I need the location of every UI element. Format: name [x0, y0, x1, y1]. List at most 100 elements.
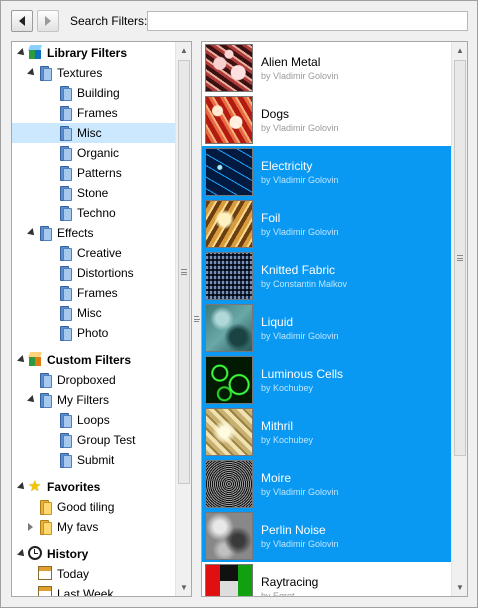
tree-section[interactable]: History	[12, 544, 175, 564]
back-button[interactable]	[11, 10, 33, 32]
tree-item-label: My favs	[57, 520, 99, 534]
filter-thumbnail	[205, 512, 253, 560]
tree-item[interactable]: Distortions	[12, 263, 175, 283]
search-label: Search Filters:	[70, 14, 148, 28]
filter-list-item[interactable]: Mithril by Kochubey	[202, 406, 451, 458]
folder-icon	[58, 185, 74, 201]
folder-icon	[38, 65, 54, 81]
filter-list-item[interactable]: Electricity by Vladimir Golovin	[202, 146, 451, 198]
pane-splitter[interactable]	[192, 41, 201, 597]
tree-item-label: Organic	[77, 146, 120, 160]
scroll-down-icon[interactable]: ▼	[176, 579, 191, 596]
tree-item-label: Custom Filters	[47, 353, 132, 367]
folder-icon	[58, 125, 74, 141]
tree-item[interactable]: Good tiling	[12, 497, 175, 517]
tree-item[interactable]: Last Week	[12, 584, 175, 596]
filter-list-item[interactable]: Perlin Noise by Vladimir Golovin	[202, 510, 451, 562]
tree-item[interactable]: Organic	[12, 143, 175, 163]
scroll-up-icon[interactable]: ▲	[452, 42, 467, 59]
tree-item[interactable]: My Filters	[12, 390, 175, 410]
tree-item-label: Favorites	[47, 480, 101, 494]
tree-item[interactable]: Patterns	[12, 163, 175, 183]
filter-list-item[interactable]: Alien Metal by Vladimir Golovin	[202, 42, 451, 94]
filter-author: by Egret	[261, 591, 295, 597]
filter-thumbnail	[205, 96, 253, 144]
tree-item[interactable]: Submit	[12, 450, 175, 470]
grip-icon	[457, 255, 463, 261]
tree-item[interactable]: Dropboxed	[12, 370, 175, 390]
tree-item[interactable]: Photo	[12, 323, 175, 343]
tree-item[interactable]: Textures	[12, 63, 175, 83]
tree-scroll-thumb[interactable]	[178, 60, 190, 484]
tree-item-label: Techno	[77, 206, 116, 220]
expand-arrow-icon[interactable]	[17, 355, 27, 365]
tree-item-label: Loops	[77, 413, 110, 427]
splitter-grip-icon	[194, 316, 200, 322]
folder-icon	[58, 265, 74, 281]
tree-item-label: Good tiling	[57, 500, 115, 514]
tree-item-label: My Filters	[57, 393, 109, 407]
tree-section[interactable]: ★ Favorites	[12, 477, 175, 497]
tree-item[interactable]: Misc	[12, 303, 175, 323]
filter-list-panel: Alien Metal by Vladimir Golovin Dogs by Vla…	[201, 41, 468, 597]
expand-arrow-icon[interactable]	[27, 395, 37, 405]
folder-icon	[58, 325, 74, 341]
tree-section[interactable]: Library Filters	[12, 43, 175, 63]
tree-section[interactable]: Custom Filters	[12, 350, 175, 370]
tree-item-label: Photo	[77, 326, 109, 340]
folder-icon	[58, 432, 74, 448]
tree-item[interactable]: Effects	[12, 223, 175, 243]
tree-item[interactable]: Creative	[12, 243, 175, 263]
tree-item[interactable]: Today	[12, 564, 175, 584]
tree-item-label: Building	[77, 86, 120, 100]
tree-item[interactable]: Group Test	[12, 430, 175, 450]
tree-item[interactable]: Building	[12, 83, 175, 103]
filter-name: Luminous Cells	[261, 367, 344, 381]
scroll-down-icon[interactable]: ▼	[452, 579, 467, 596]
tree-item[interactable]: Loops	[12, 410, 175, 430]
tree-item[interactable]: Stone	[12, 183, 175, 203]
filter-thumbnail	[205, 460, 253, 508]
filter-thumbnail	[205, 356, 253, 404]
filter-author: by Vladimir Golovin	[261, 487, 339, 497]
filter-list-item[interactable]: Foil by Vladimir Golovin	[202, 198, 451, 250]
filter-list-item[interactable]: Knitted Fabric by Constantin Malkov	[202, 250, 451, 302]
tree-item[interactable]: Misc	[12, 123, 175, 143]
star-icon: ★	[28, 478, 42, 495]
filter-author: by Kochubey	[261, 383, 314, 393]
forward-button[interactable]	[37, 10, 59, 32]
filter-list-item[interactable]: Dogs by Vladimir Golovin	[202, 94, 451, 146]
filter-list-item[interactable]: Raytracing by Egret	[202, 562, 451, 597]
favorite-folder-icon	[38, 519, 54, 535]
library-cube-icon	[27, 45, 43, 59]
tree-item[interactable]: Frames	[12, 103, 175, 123]
search-input[interactable]	[147, 11, 468, 31]
expand-arrow-icon[interactable]	[27, 228, 37, 238]
arrow-right-icon	[45, 16, 51, 26]
collapse-arrow-icon[interactable]	[28, 523, 33, 531]
filter-name: Moire	[261, 471, 292, 485]
filter-thumbnail	[205, 304, 253, 352]
filter-list-item[interactable]: Liquid by Vladimir Golovin	[202, 302, 451, 354]
tree-scrollbar[interactable]: ▲ ▼	[175, 42, 191, 596]
expand-arrow-icon[interactable]	[17, 48, 27, 58]
list-scrollbar[interactable]: ▲ ▼	[451, 42, 467, 596]
folder-icon	[58, 452, 74, 468]
filter-author: by Vladimir Golovin	[261, 71, 339, 81]
favorite-folder-icon	[38, 499, 54, 515]
custom-cube-icon	[27, 352, 43, 366]
tree-item-label: Creative	[77, 246, 122, 260]
expand-arrow-icon[interactable]	[17, 482, 27, 492]
tree-item[interactable]: Techno	[12, 203, 175, 223]
list-scroll-thumb[interactable]	[454, 60, 466, 456]
folder-icon	[38, 392, 54, 408]
expand-arrow-icon[interactable]	[17, 549, 27, 559]
scroll-up-icon[interactable]: ▲	[176, 42, 191, 59]
expand-arrow-icon[interactable]	[27, 68, 37, 78]
tree-item[interactable]: My favs	[12, 517, 175, 537]
filter-author: by Vladimir Golovin	[261, 175, 339, 185]
filter-list-item[interactable]: Luminous Cells by Kochubey	[202, 354, 451, 406]
filter-list-item[interactable]: Moire by Vladimir Golovin	[202, 458, 451, 510]
filter-name: Alien Metal	[261, 55, 321, 69]
tree-item[interactable]: Frames	[12, 283, 175, 303]
